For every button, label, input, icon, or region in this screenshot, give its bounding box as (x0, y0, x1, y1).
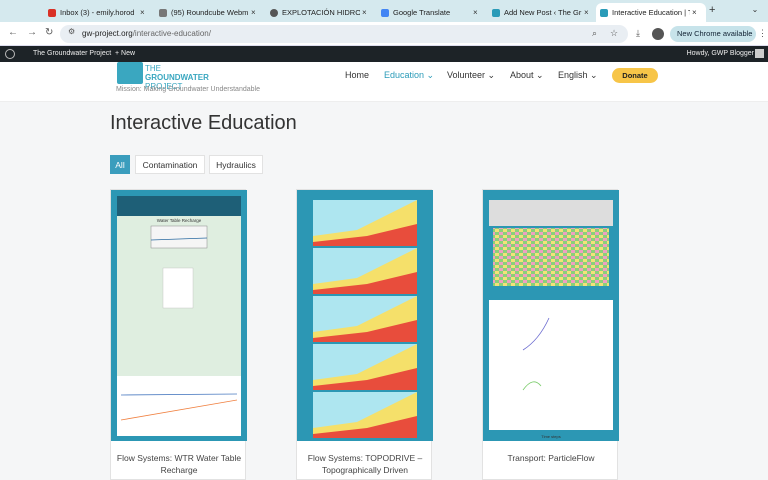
close-icon[interactable]: × (473, 8, 478, 17)
gmail-icon (48, 8, 56, 17)
topodrive-panel (313, 248, 417, 294)
close-icon[interactable]: × (140, 8, 145, 17)
download-icon[interactable]: ⤓ (636, 28, 640, 39)
new-chrome-available-button[interactable]: New Chrome available (670, 26, 756, 42)
card-title[interactable]: Flow Systems: TOPODRIVE – Topographicall… (297, 452, 433, 476)
gwp-icon (492, 8, 500, 17)
topodrive-panel (313, 296, 417, 342)
topodrive-panel (313, 200, 417, 246)
site-info-icon[interactable]: ⚙ (68, 27, 75, 36)
wordpress-icon[interactable] (5, 49, 15, 59)
filter-all[interactable]: All (110, 155, 130, 174)
nav-home[interactable]: Home (345, 70, 369, 80)
donate-button[interactable]: Donate (612, 68, 658, 83)
tab-explotacion[interactable]: EXPLOTACIÓN HIDROG × (266, 3, 376, 22)
new-tab-button[interactable]: + (709, 4, 715, 16)
bookmark-star-icon[interactable]: ☆ (610, 28, 618, 39)
profile-avatar[interactable] (652, 28, 664, 40)
topodrive-panels (313, 200, 417, 438)
wp-greeting[interactable]: Howdy, GWP Blogger (687, 50, 754, 57)
nav-about[interactable]: About ⌄ (510, 70, 544, 81)
close-icon[interactable]: × (251, 8, 256, 17)
close-icon[interactable]: × (692, 8, 697, 17)
card-wtr[interactable]: Water Table Recharge Flow Systems: WTR W… (110, 189, 247, 480)
close-icon[interactable]: × (362, 8, 367, 17)
wp-admin-bar: The Groundwater Project + New Howdy, GWP… (0, 46, 768, 62)
roundcube-icon (159, 8, 167, 17)
mission-text: Mission: Making Groundwater Understandab… (116, 86, 260, 93)
tab-interactive-education[interactable]: Interactive Education | T × (596, 3, 706, 22)
gwp-icon (600, 8, 608, 17)
card-thumbnail[interactable]: Time steps (483, 190, 619, 441)
tab-search-button[interactable]: ⌄ (748, 3, 762, 17)
close-icon[interactable]: × (584, 8, 589, 17)
forward-button[interactable]: → (27, 27, 37, 38)
back-button[interactable]: ← (8, 27, 18, 38)
tab-roundcube[interactable]: (95) Roundcube Webm × (155, 3, 265, 22)
reload-button[interactable]: ↻ (45, 27, 53, 38)
filter-hydraulics[interactable]: Hydraulics (209, 155, 263, 174)
card-particleflow[interactable]: Time steps Transport: ParticleFlow (482, 189, 619, 480)
wp-user-avatar[interactable] (755, 49, 764, 58)
wtr-app-screenshot: Water Table Recharge (117, 196, 241, 436)
tab-add-new-post[interactable]: Add New Post ‹ The Gr × (488, 3, 598, 22)
topodrive-panel (313, 392, 417, 438)
nav-volunteer[interactable]: Volunteer ⌄ (447, 70, 495, 81)
svg-text:Water Table Recharge: Water Table Recharge (157, 218, 202, 223)
tab-gmail[interactable]: Inbox (3) - emily.horod × (44, 3, 154, 22)
card-title[interactable]: Flow Systems: WTR Water Table Recharge (111, 452, 247, 476)
zoom-icon[interactable]: ⌕ (592, 28, 597, 39)
card-title[interactable]: Transport: ParticleFlow (483, 452, 619, 464)
nav-education[interactable]: Education ⌄ (384, 70, 434, 81)
nav-english[interactable]: English ⌄ (558, 70, 598, 81)
gwp-logo-icon[interactable] (117, 62, 143, 84)
topodrive-panel (313, 344, 417, 390)
particleflow-app: Time steps (489, 200, 613, 439)
card-thumbnail[interactable]: Water Table Recharge (111, 190, 247, 441)
wp-site-name[interactable]: The Groundwater Project (33, 50, 111, 57)
globe-icon (270, 8, 278, 17)
card-thumbnail[interactable] (297, 190, 433, 441)
browser-tab-bar: Inbox (3) - emily.horod × (95) Roundcube … (0, 0, 768, 22)
card-topodrive[interactable]: Flow Systems: TOPODRIVE – Topographicall… (296, 189, 433, 480)
tab-google-translate[interactable]: Google Translate × (377, 3, 487, 22)
chrome-menu-icon[interactable]: ⋮ (758, 28, 767, 39)
page-title: Interactive Education (110, 112, 297, 134)
wp-new-button[interactable]: + New (115, 50, 135, 57)
url-input[interactable]: gw-project.org/interactive-education/ (60, 25, 628, 43)
translate-icon (381, 8, 389, 17)
filter-contamination[interactable]: Contamination (135, 155, 205, 174)
svg-text:Time steps: Time steps (541, 434, 560, 439)
